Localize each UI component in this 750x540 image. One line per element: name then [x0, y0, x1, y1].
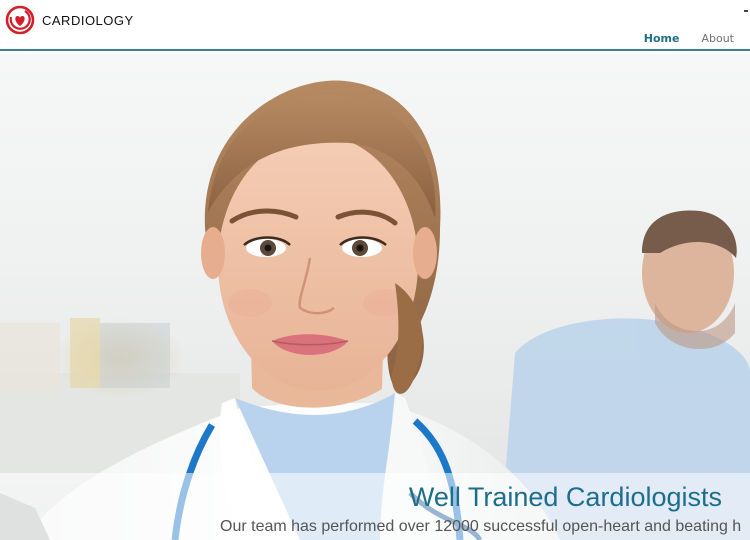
brand-name: CARDIOLOGY [42, 12, 134, 28]
nav-item-home[interactable]: Home [644, 32, 680, 45]
hero-banner [0, 53, 750, 540]
main-nav: Home About [644, 32, 750, 45]
female-doctor-with-patient-photo [0, 80, 750, 540]
nav-item-about[interactable]: About [701, 32, 734, 45]
caption-text: Our team has performed over 12000 succes… [220, 518, 742, 535]
caption-title: Well Trained Cardiologists [408, 482, 722, 512]
header-corner-mark [744, 10, 748, 12]
hero-caption: Well Trained Cardiologists Our team has … [0, 473, 750, 540]
site-header: CARDIOLOGY Home About [0, 0, 750, 51]
heart-logo-icon [5, 5, 35, 35]
brand-logo[interactable]: CARDIOLOGY [5, 5, 134, 35]
